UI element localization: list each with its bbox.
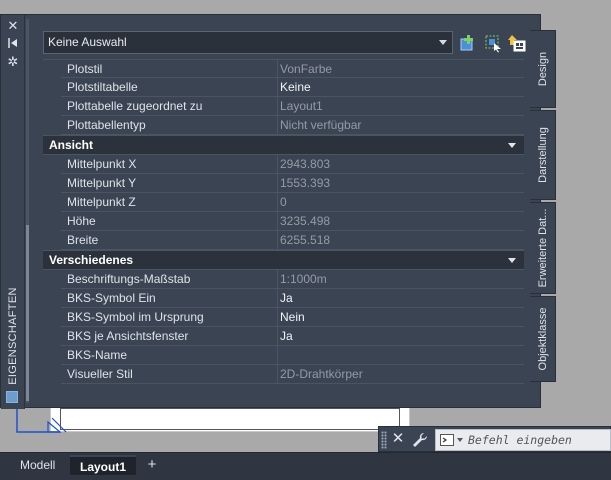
selection-dropdown[interactable]: Keine Auswahl (43, 31, 453, 54)
autohide-icon[interactable] (5, 37, 21, 51)
add-layout-button[interactable]: + (142, 455, 162, 475)
property-row[interactable]: BKS je Ansichtsfenster Ja (43, 327, 524, 346)
command-input[interactable]: Befehl eingeben (435, 429, 611, 451)
property-value: 2943.803 (280, 157, 331, 171)
property-label: Plotstil (67, 62, 103, 76)
tab-objektklasse[interactable]: Objektklasse (530, 296, 556, 382)
property-value[interactable]: Nein (280, 308, 520, 327)
property-value: 2D-Drahtkörper (280, 367, 363, 381)
command-line[interactable]: ✕ Befehl eingeben (378, 426, 611, 452)
property-label: Mittelpunkt X (67, 157, 137, 171)
property-row[interactable]: Höhe 3235.498 (43, 212, 524, 231)
property-row[interactable]: Plottabellentyp Nicht verfügbar (43, 116, 524, 135)
property-row[interactable]: Plotstiltabelle Keine (43, 78, 524, 97)
property-value: Nicht verfügbar (280, 118, 362, 132)
property-label: Plotstiltabelle (67, 80, 138, 94)
scrollbar-thumb[interactable] (26, 225, 29, 401)
property-label: Mittelpunkt Z (67, 195, 136, 209)
property-value: 1:1000m (280, 272, 327, 286)
layout-tab-bar: Modell Layout1 + (0, 452, 611, 480)
selection-dropdown-value: Keine Auswahl (48, 35, 127, 49)
command-placeholder: Befehl eingeben (468, 433, 572, 447)
property-value: 1553.393 (280, 176, 331, 190)
property-row[interactable]: BKS-Name (43, 346, 524, 365)
tab-modell[interactable]: Modell (10, 455, 65, 475)
toggle-pickadd-icon[interactable] (459, 33, 479, 53)
viewport-frame[interactable] (60, 408, 400, 430)
select-objects-icon[interactable] (483, 33, 503, 53)
selection-toolbar: Keine Auswahl (43, 31, 527, 55)
close-icon[interactable]: ✕ (5, 19, 21, 33)
palette-tabs: Design Darstellung Erweiterte Dat... Obj… (530, 30, 558, 390)
command-prompt-icon[interactable] (440, 434, 454, 446)
property-label: Höhe (67, 214, 96, 228)
wrench-icon[interactable] (411, 431, 429, 449)
close-icon[interactable]: ✕ (391, 430, 405, 448)
quick-select-icon[interactable] (507, 33, 527, 53)
property-value[interactable]: Keine (280, 78, 520, 97)
property-label: Plottabelle zugeordnet zu (67, 99, 203, 113)
property-row[interactable]: Beschriftungs-Maßstab 1:1000m (43, 270, 524, 289)
property-value[interactable]: Ja (280, 327, 520, 346)
property-label: BKS je Ansichtsfenster (67, 329, 189, 343)
property-value: Layout1 (280, 99, 323, 113)
chevron-down-icon[interactable] (508, 143, 516, 148)
palette-title: EIGENSCHAFTEN (7, 287, 19, 385)
chevron-down-icon[interactable] (508, 258, 516, 263)
property-label: BKS-Symbol im Ursprung (67, 310, 204, 324)
property-row[interactable]: Mittelpunkt Z 0 (43, 193, 524, 212)
chevron-down-icon (439, 40, 447, 45)
property-label: Plottabellentyp (67, 118, 146, 132)
property-row[interactable]: BKS-Symbol im Ursprung Nein (43, 308, 524, 327)
palette-menu-icon[interactable] (6, 391, 18, 403)
property-value: 6255.518 (280, 233, 331, 247)
property-row[interactable]: BKS-Symbol Ein Ja (43, 289, 524, 308)
property-row[interactable]: Mittelpunkt X 2943.803 (43, 155, 524, 174)
property-row[interactable]: Mittelpunkt Y 1553.393 (43, 174, 524, 193)
property-label: Beschriftungs-Maßstab (67, 272, 191, 286)
property-value: VonFarbe (280, 62, 333, 76)
tab-darstellung[interactable]: Darstellung (530, 110, 556, 200)
properties-settings-icon[interactable]: ✲ (5, 55, 21, 69)
chevron-down-icon[interactable] (457, 438, 463, 442)
drag-handle[interactable] (381, 431, 387, 449)
property-row[interactable]: Plottabelle zugeordnet zu Layout1 (43, 97, 524, 116)
tab-design[interactable]: Design (530, 30, 556, 108)
property-value: 0 (280, 195, 287, 209)
property-label: Mittelpunkt Y (67, 176, 137, 190)
property-row[interactable]: Plotstil VonFarbe (43, 59, 524, 79)
property-label: Visueller Stil (67, 367, 133, 381)
property-grid: Plotstil VonFarbe Plotstiltabelle Keine Pl… (43, 59, 524, 384)
tab-erweiterte-daten[interactable]: Erweiterte Dat... (530, 202, 556, 294)
property-value: 3235.498 (280, 214, 331, 228)
property-label: Breite (67, 233, 99, 247)
property-value[interactable]: Ja (280, 289, 520, 308)
tab-layout1[interactable]: Layout1 (70, 455, 137, 475)
property-row[interactable]: Breite 6255.518 (43, 231, 524, 250)
category-header-verschiedenes[interactable]: Verschiedenes (43, 250, 524, 270)
category-header-ansicht[interactable]: Ansicht (43, 135, 524, 155)
palette-content: Keine Auswahl Plotstil VonFarbe Plotstil… (33, 19, 531, 404)
property-row[interactable]: Visueller Stil 2D-Drahtkörper (43, 365, 524, 384)
property-label: BKS-Symbol Ein (67, 291, 156, 305)
property-label: BKS-Name (67, 348, 128, 362)
palette-title-strip[interactable]: ✕ ✲ EIGENSCHAFTEN (1, 15, 25, 409)
properties-palette[interactable]: ✕ ✲ EIGENSCHAFTEN Keine Auswahl Plotstil… (0, 14, 541, 409)
